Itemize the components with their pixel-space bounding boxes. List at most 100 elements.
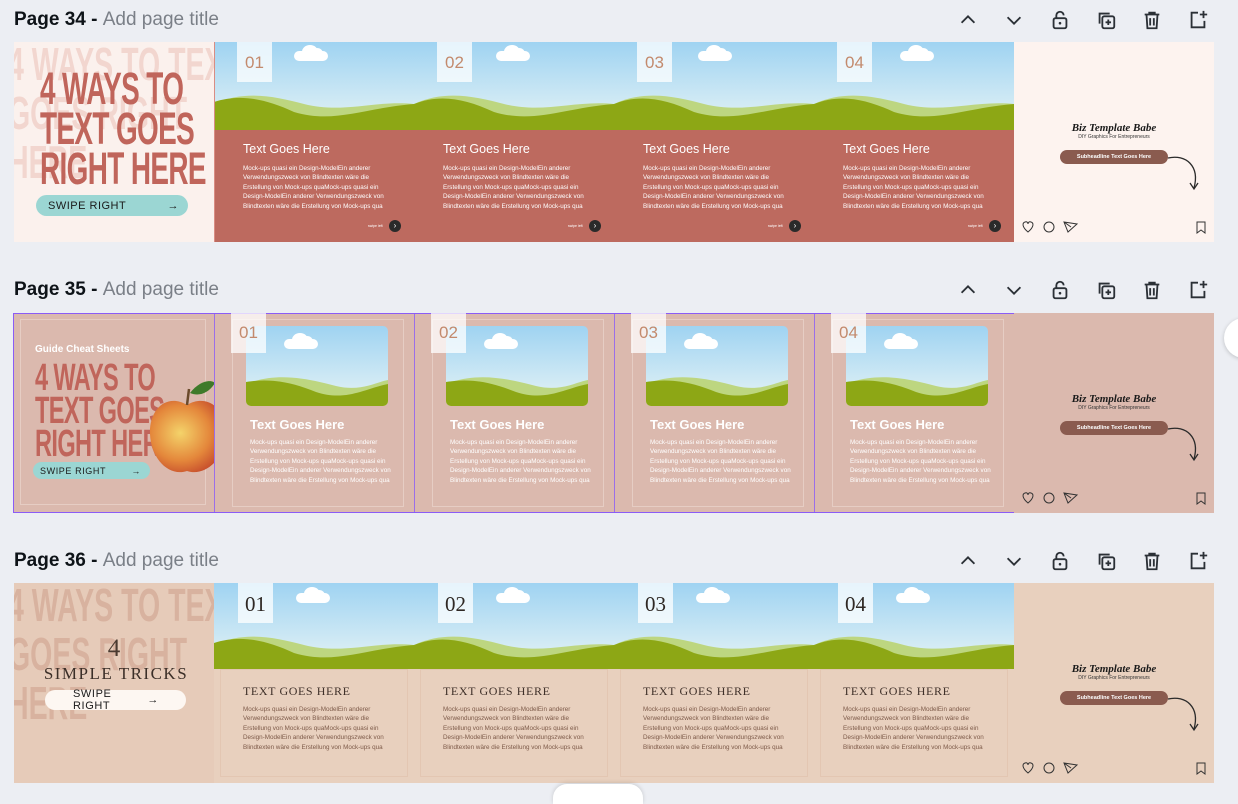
landscape-image	[446, 326, 588, 406]
slide-body: Mock-ups quasi ein Design-ModelEin ander…	[443, 165, 584, 210]
swipe-label: SWIPE RIGHT	[48, 199, 127, 212]
move-up-button[interactable]	[953, 5, 982, 34]
bookmark-icon	[1196, 762, 1206, 775]
add-page-button[interactable]	[1183, 5, 1212, 34]
chevron-down-icon	[1006, 557, 1021, 566]
cloud-shape	[713, 590, 725, 601]
brand-tagline: DIY Graphics For Entrepreneurs	[1078, 675, 1150, 681]
delete-button[interactable]	[1137, 5, 1166, 34]
page-title-placeholder[interactable]: Add page title	[103, 550, 219, 571]
page-number: Page 34	[14, 9, 86, 30]
move-up-button[interactable]	[953, 275, 982, 304]
chevron-down-icon	[1006, 286, 1021, 295]
chevron-down-icon	[1006, 16, 1021, 25]
arrow-right-icon: →	[131, 465, 141, 476]
slide-body: Mock-ups quasi ein Design-ModelEin ander…	[843, 165, 984, 210]
slide-body: Mock-ups quasi ein Design-ModelEin ander…	[643, 165, 784, 210]
chevron-up-icon	[960, 14, 975, 23]
lock-button[interactable]	[1045, 275, 1074, 304]
slide-heading: TEXT GOES HERE	[443, 684, 551, 698]
page-title[interactable]: Page 34 - Add page title	[14, 9, 219, 31]
swipe-label: SWIPE RIGHT	[73, 688, 112, 712]
title-separator: -	[85, 279, 103, 300]
add-page-button[interactable]	[1183, 546, 1212, 575]
add-page-button[interactable]	[1183, 275, 1212, 304]
page-title-placeholder[interactable]: Add page title	[103, 279, 219, 300]
arrow-right-icon: ›	[389, 220, 401, 232]
content-slide: 03 Text Goes Here Mock-ups quasi ein Desig…	[614, 42, 814, 242]
chevron-up-icon	[960, 555, 975, 564]
page-title[interactable]: Page 35 - Add page title	[14, 279, 219, 301]
brand-tagline: DIY Graphics For Entrepreneurs	[1078, 134, 1150, 140]
slide-body: Mock-ups quasi ein Design-ModelEin ander…	[850, 439, 991, 484]
page-title[interactable]: Page 36 - Add page title	[14, 550, 219, 572]
page-title-placeholder[interactable]: Add page title	[103, 9, 219, 30]
move-down-button[interactable]	[999, 546, 1028, 575]
swipe-small-label: swipe left	[968, 224, 983, 228]
lock-icon	[1052, 10, 1067, 29]
move-down-button[interactable]	[999, 5, 1028, 34]
slide-body: Mock-ups quasi ein Design-ModelEin ander…	[643, 706, 784, 751]
content-slide: 01 Text Goes Here Mock-ups quasi ein Desig…	[214, 42, 414, 242]
duplicate-button[interactable]	[1091, 5, 1120, 34]
social-actions-icons	[1022, 492, 1079, 504]
add-page-icon	[1190, 280, 1207, 298]
content-slide: 02 Text Goes Here Mock-ups quasi ein Desig…	[414, 42, 614, 242]
page-number: Page 35	[14, 279, 86, 300]
lock-button[interactable]	[1045, 5, 1074, 34]
slide-body: Mock-ups quasi ein Design-ModelEin ander…	[243, 706, 384, 751]
cloud-shape	[313, 590, 325, 601]
content-slide: 03 TEXT GOES HERE Mock-ups quasi ein Desig…	[614, 583, 814, 783]
bottom-panel-handle[interactable]	[553, 784, 643, 804]
end-slide-content: Biz Template Babe DIY Graphics For Entrep…	[1014, 583, 1214, 783]
slide-number: 03	[631, 313, 666, 353]
slide-body: Mock-ups quasi ein Design-ModelEin ander…	[250, 439, 391, 484]
duplicate-button[interactable]	[1091, 275, 1120, 304]
cover-slide: Guide Cheat Sheets 4 WAYS TO TEXT GOES R…	[14, 313, 214, 513]
guide-label: Guide Cheat Sheets	[35, 344, 130, 355]
add-page-icon	[1190, 10, 1207, 28]
delete-button[interactable]	[1137, 546, 1166, 575]
cloud-shape	[301, 336, 313, 347]
delete-button[interactable]	[1137, 275, 1166, 304]
bookmark-icon	[1196, 492, 1206, 505]
page-toolbar	[953, 275, 1212, 304]
duplicate-button[interactable]	[1091, 546, 1120, 575]
slide-heading: Text Goes Here	[850, 417, 945, 432]
slide-heading: TEXT GOES HERE	[643, 684, 751, 698]
content-slide: 01 Text Goes Here Mock-ups quasi ein Desig…	[214, 313, 414, 513]
page-34-header: Page 34 - Add page title	[14, 5, 1224, 35]
cloud-shape	[311, 48, 323, 59]
subheadline-pill: Subheadline Text Goes Here	[1060, 421, 1168, 435]
move-up-button[interactable]	[953, 546, 982, 575]
side-panel-handle[interactable]	[1224, 318, 1238, 358]
slide-number: 02	[431, 313, 466, 353]
lock-button[interactable]	[1045, 546, 1074, 575]
slide-number: 01	[238, 583, 273, 623]
curved-arrow-icon	[1167, 697, 1199, 732]
move-down-button[interactable]	[999, 275, 1028, 304]
cloud-shape	[701, 336, 713, 347]
swipe-small-label: swipe left	[568, 224, 583, 228]
title-separator: -	[85, 9, 103, 30]
brand-tagline: DIY Graphics For Entrepreneurs	[1078, 405, 1150, 411]
slide-heading: Text Goes Here	[843, 142, 930, 156]
lock-icon	[1052, 280, 1067, 299]
slide-number: 04	[838, 583, 873, 623]
slide-heading: Text Goes Here	[650, 417, 745, 432]
landscape-image	[646, 326, 788, 406]
content-slide: 04 Text Goes Here Mock-ups quasi ein Desig…	[814, 313, 1014, 513]
cloud-shape	[901, 336, 913, 347]
end-slide-content: Biz Template Babe DIY Graphics For Entrep…	[1014, 42, 1214, 242]
slide-number: 04	[837, 42, 872, 82]
chevron-up-icon	[960, 284, 975, 293]
slide-number: 01	[231, 313, 266, 353]
trash-icon	[1144, 11, 1159, 29]
duplicate-icon	[1098, 282, 1115, 299]
cloud-shape	[501, 336, 513, 347]
cover-subtitle: SIMPLE TRICKS	[43, 664, 189, 683]
page-toolbar	[953, 546, 1212, 575]
slide-number: 03	[637, 42, 672, 82]
cover-headline: 4 WAYS TO TEXT GOES RIGHT HERE	[40, 66, 214, 191]
landscape-image	[246, 326, 388, 406]
